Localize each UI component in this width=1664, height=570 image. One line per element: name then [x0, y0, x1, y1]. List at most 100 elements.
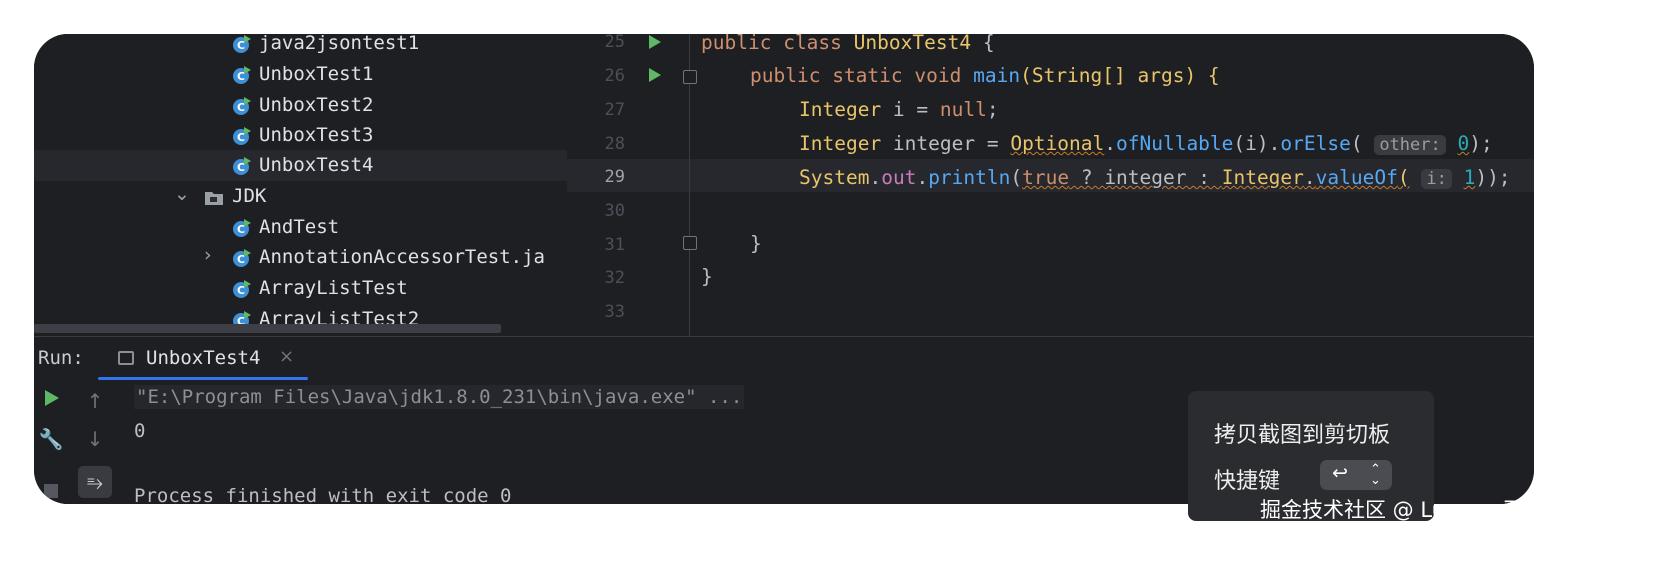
code-line-25: public class UnboxTest4 { [701, 34, 995, 56]
svg-text:C: C [237, 161, 245, 174]
code-text: ( [1010, 166, 1023, 189]
line-number: 29 [604, 167, 625, 187]
tree-item-arraylisttest[interactable]: C ArrayListTest [34, 273, 567, 304]
tree-item-label: AnnotationAccessorTest.ja [259, 246, 545, 268]
svg-text:C: C [237, 101, 245, 114]
tree-item-jdk-folder[interactable]: ⌄ JDK [34, 181, 567, 212]
code-text: ( [1350, 132, 1363, 155]
run-tab-unboxtest4[interactable]: UnboxTest4 × [98, 337, 308, 381]
stepper-arrows-icon: ⌃ ⌄ [1370, 462, 1381, 488]
svg-text:C: C [237, 223, 245, 236]
fold-icon[interactable] [683, 70, 697, 84]
run-tab-label: UnboxTest4 [146, 347, 261, 369]
tree-item-unboxtest4[interactable]: C UnboxTest4 [34, 150, 567, 181]
svg-text:C: C [237, 70, 245, 83]
chevron-right-icon[interactable]: › [204, 244, 212, 266]
code-text: ; [986, 98, 999, 121]
shortcut-select[interactable]: ↩ ⌃ ⌄ [1320, 460, 1392, 490]
code-line-26: public static void main(String[] args) { [750, 63, 1220, 89]
run-label: Run: [38, 347, 84, 369]
type: Integer [799, 132, 882, 155]
code-text: ); [1469, 132, 1493, 155]
tree-item-unboxtest1[interactable]: C UnboxTest1 [34, 59, 567, 90]
field-ref: out [881, 166, 917, 189]
run-icon[interactable] [38, 388, 64, 414]
tree-item-unboxtest3[interactable]: C UnboxTest3 [34, 120, 567, 151]
keyword: static [832, 64, 903, 87]
code-editor[interactable]: 25 26 27 28 29 30 31 32 33 public class … [567, 34, 1534, 336]
code-text: . [1303, 166, 1316, 189]
tree-item-label: ArrayListTest [259, 277, 408, 299]
console-icon [118, 351, 134, 365]
chevron-down-icon[interactable]: ⌄ [174, 183, 190, 205]
class-icon: C [233, 157, 251, 175]
class-icon: C [233, 219, 251, 237]
keyword: void [914, 64, 962, 87]
run-class-icon[interactable] [649, 35, 661, 49]
params: (String[] args) { [1020, 64, 1220, 87]
up-arrow-icon[interactable]: ↑ [82, 388, 108, 414]
svg-text:C: C [237, 253, 245, 266]
down-arrow-icon[interactable]: ↓ [82, 426, 108, 452]
tree-item-label: UnboxTest1 [259, 63, 374, 85]
horizontal-scrollbar[interactable] [34, 324, 501, 333]
code-line-29: System.out.println(true ? integer : Inte… [799, 165, 1511, 192]
folder-icon [205, 192, 223, 205]
svg-text:C: C [237, 131, 245, 144]
class-icon: C [233, 249, 251, 267]
line-number: 33 [604, 302, 625, 322]
tree-item-label: UnboxTest4 [259, 154, 374, 176]
brace: } [701, 265, 713, 288]
parameter-hint: other: [1374, 135, 1446, 155]
line-number: 28 [604, 134, 625, 154]
code-line-28: Integer integer = Optional.ofNullable(i)… [799, 131, 1493, 158]
tree-item-label: JDK [232, 185, 267, 207]
tree-item-unboxtest2[interactable]: C UnboxTest2 [34, 90, 567, 121]
tree-item-label: UnboxTest3 [259, 124, 374, 146]
line-number: 25 [604, 34, 625, 52]
brace: } [750, 232, 762, 255]
method-name: orElse [1280, 132, 1351, 155]
type: Integer [799, 98, 882, 121]
copy-to-clipboard-label[interactable]: 拷贝截图到剪切板 [1214, 417, 1390, 449]
shortcut-label: 快捷键 [1214, 469, 1281, 494]
code-line-31: } [750, 231, 762, 257]
close-icon[interactable]: × [279, 346, 294, 367]
class-icon: C [233, 35, 251, 53]
class-name: UnboxTest4 [853, 34, 972, 54]
line-number: 32 [604, 268, 625, 288]
code-text: ( [1397, 166, 1410, 189]
fold-icon[interactable] [683, 236, 697, 250]
class-icon: C [233, 97, 251, 115]
svg-text:C: C [237, 39, 245, 52]
run-main-icon[interactable] [649, 68, 661, 82]
parameter-hint: i: [1421, 169, 1452, 189]
method-name: ofNullable [1116, 132, 1234, 155]
number-literal: 1 [1463, 166, 1476, 189]
watermark: 掘金技术社区 @ Lumen_于 [1260, 498, 1524, 522]
wrench-icon[interactable]: 🔧 [38, 426, 64, 452]
line-number: 30 [604, 201, 625, 221]
method-name: println [928, 166, 1011, 189]
run-toolwindow-header: Run: UnboxTest4 × [34, 336, 1534, 381]
brace: { [982, 34, 995, 54]
stop-icon[interactable] [38, 480, 64, 504]
tree-item-label: AndTest [259, 216, 340, 238]
method-name: valueOf [1315, 166, 1398, 189]
console-exit-line: Process finished with exit code 0 [134, 485, 512, 504]
run-toolbar: ↑ 🔧 ↓ ⥱ [34, 380, 124, 504]
soft-wrap-icon[interactable]: ⥱ [78, 466, 112, 498]
tree-item-annotationaccessortest[interactable]: › C AnnotationAccessorTest.ja [34, 242, 567, 273]
class-ref: Integer [1221, 166, 1304, 189]
number-literal: 0 [1457, 132, 1470, 155]
code-text: (i). [1233, 132, 1281, 155]
tree-item-label: java2jsontest1 [259, 34, 420, 54]
tree-item-andtest[interactable]: C AndTest [34, 212, 567, 243]
code-line-27: Integer i = null; [799, 97, 999, 123]
project-tree: C java2jsontest1 C UnboxTest1 C UnboxTes… [34, 34, 567, 336]
class-icon: C [233, 280, 251, 298]
keyword: class [783, 34, 842, 54]
method-name: main [973, 64, 1021, 87]
tree-item-java2jsontest1[interactable]: C java2jsontest1 [34, 34, 567, 59]
code-text: i = [881, 98, 940, 121]
